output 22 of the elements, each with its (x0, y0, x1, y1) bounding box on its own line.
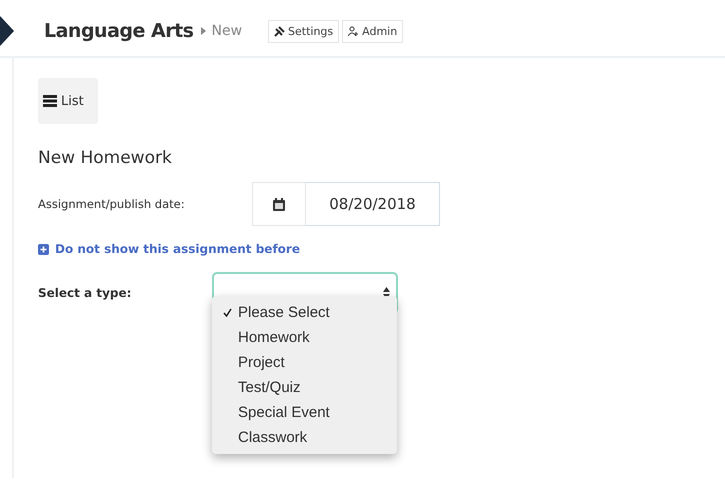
admin-button[interactable]: Admin (342, 20, 404, 42)
dropdown-option[interactable]: Classwork (212, 425, 397, 450)
dropdown-option[interactable]: Special Event (212, 400, 397, 425)
settings-button[interactable]: Settings (268, 20, 340, 42)
breadcrumb-text: New (211, 23, 242, 39)
date-field[interactable]: 08/20/2018 (306, 182, 440, 226)
page-title: Language Arts (44, 20, 194, 42)
dropdown-option[interactable]: Please Select (212, 300, 397, 325)
hide-until-link[interactable]: Do not show this assignment before (38, 242, 300, 256)
list-icon (43, 95, 57, 107)
dropdown-option[interactable]: Test/Quiz (212, 375, 397, 400)
calendar-icon (273, 198, 285, 210)
updown-arrows-icon (383, 287, 390, 299)
caret-icon (201, 27, 206, 35)
list-button[interactable]: List (38, 78, 98, 124)
triangle-marker-icon (0, 16, 14, 46)
plus-square-icon (38, 244, 49, 254)
type-label: Select a type: (38, 286, 132, 300)
dropdown-option[interactable]: Project (212, 350, 397, 375)
dropdown-option[interactable]: Homework (212, 325, 397, 350)
form-heading: New Homework (38, 148, 173, 168)
date-label: Assignment/publish date: (38, 197, 186, 211)
